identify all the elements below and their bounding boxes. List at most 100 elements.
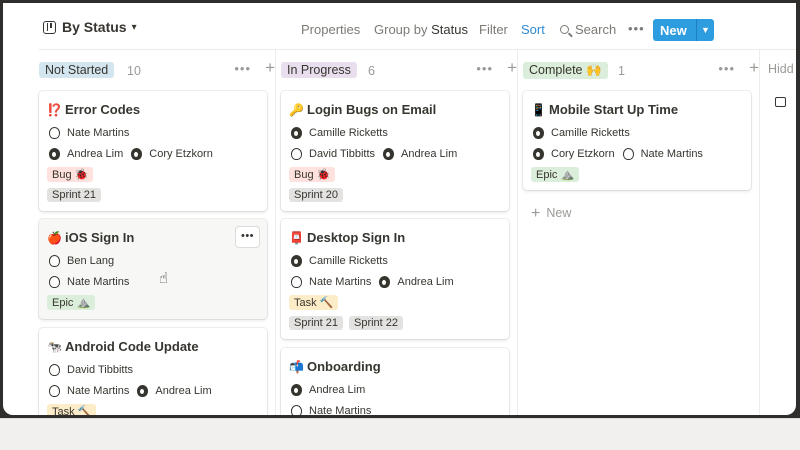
card-login-bugs-on-email[interactable]: 🔑 Login Bugs on Email Camille Ricketts Da… <box>281 91 509 211</box>
card-onboarding[interactable]: 📬 Onboarding Andrea Lim Nate Martins <box>281 348 509 415</box>
person-name: Nate Martins <box>640 148 703 160</box>
column-title[interactable]: In Progress <box>281 62 357 78</box>
person-name: Nate Martins <box>309 405 372 415</box>
card-emoji-icon: ⁉️ <box>47 102 62 117</box>
card-title: 🔑 Login Bugs on Email <box>289 102 436 117</box>
person: Camille Ricketts <box>291 127 388 139</box>
search-label: Search <box>575 22 617 37</box>
person-row: Cory Etzkorn Nate Martins <box>533 148 711 160</box>
person: Cory Etzkorn <box>533 148 615 160</box>
avatar <box>291 405 302 415</box>
more-options-icon[interactable]: ••• <box>628 21 645 36</box>
board-view-icon <box>43 20 56 34</box>
column-add-icon[interactable]: + <box>507 58 517 78</box>
person-name: Ben Lang <box>67 255 115 267</box>
view-switcher[interactable]: By Status ▾ <box>43 19 137 35</box>
filter-button[interactable]: Filter <box>479 22 508 37</box>
new-button[interactable]: New ▼ <box>653 19 714 41</box>
search-button[interactable]: Search <box>560 22 616 37</box>
card-ios-sign-in[interactable]: 🍎 iOS Sign In ••• Ben Lang Nate Martins E… <box>39 219 267 319</box>
person: Nate Martins <box>622 148 703 160</box>
card-more-icon[interactable]: ••• <box>236 227 259 247</box>
person-name: Cory Etzkorn <box>149 148 213 160</box>
person-row: Camille Ricketts <box>291 127 396 139</box>
board-column-not-started: Not Started 10 ••• + ⁉️ Error Codes Nate … <box>39 50 281 415</box>
column-more-icon[interactable]: ••• <box>476 61 493 76</box>
hidden-groups-label[interactable]: Hidd <box>768 62 794 76</box>
person-row: Nate Martins Andrea Lim <box>291 276 462 288</box>
person-row: Andrea Lim Cory Etzkorn <box>49 148 221 160</box>
card-android-code-update[interactable]: 🐄 Android Code Update David Tibbitts Nate… <box>39 328 267 415</box>
person: Camille Ricketts <box>533 127 630 139</box>
person: Nate Martins <box>49 385 129 397</box>
plus-icon: + <box>531 205 541 222</box>
card-mobile-start-up-time[interactable]: 📱 Mobile Start Up Time Camille Ricketts C… <box>523 91 751 190</box>
avatar <box>49 127 60 139</box>
card-title-text: Desktop Sign In <box>307 230 406 245</box>
card-desktop-sign-in[interactable]: 📮 Desktop Sign In Camille Ricketts Nate M… <box>281 219 509 339</box>
avatar <box>291 255 302 267</box>
sort-button[interactable]: Sort <box>521 22 545 37</box>
card-emoji-icon: 🐄 <box>47 339 62 354</box>
person-row: Nate Martins <box>291 405 379 415</box>
avatar <box>49 276 60 288</box>
card-emoji-icon: 🍎 <box>47 230 62 245</box>
person-row: Camille Ricketts <box>533 127 638 139</box>
person-row: Camille Ricketts <box>291 255 396 267</box>
person-row: David Tibbitts Andrea Lim <box>291 148 465 160</box>
person-name: David Tibbitts <box>67 364 134 376</box>
column-add-icon[interactable]: + <box>749 58 759 78</box>
avatar <box>137 385 149 397</box>
tag-epic: Epic ⛰️ <box>47 295 96 310</box>
column-more-icon[interactable]: ••• <box>718 61 735 76</box>
card-title-text: Login Bugs on Email <box>307 102 437 117</box>
properties-button[interactable]: Properties <box>301 22 360 37</box>
person: Andrea Lim <box>49 148 123 160</box>
column-title[interactable]: Complete 🙌 <box>523 62 608 79</box>
card-title: 🍎 iOS Sign In <box>47 230 134 245</box>
tag-bug: Bug 🐞 <box>47 167 94 182</box>
group-by-button[interactable]: Group by Status <box>374 22 468 37</box>
avatar <box>379 276 391 288</box>
column-more-icon[interactable]: ••• <box>234 61 251 76</box>
card-title: 📱 Mobile Start Up Time <box>531 102 678 117</box>
card-error-codes[interactable]: ⁉️ Error Codes Nate Martins Andrea Lim Co… <box>39 91 267 211</box>
tag-sprint: Sprint 20 <box>289 188 344 202</box>
hand-cursor-icon: ☝ <box>159 270 169 287</box>
column-add-icon[interactable]: + <box>265 58 275 78</box>
person-name: Cory Etzkorn <box>551 148 615 160</box>
column-header: Not Started 10 ••• + <box>39 58 281 80</box>
app-window: By Status ▾ Properties Group by Status F… <box>3 3 796 415</box>
card-title: 🐄 Android Code Update <box>47 339 199 354</box>
person-row: Nate Martins Andrea Lim <box>49 385 220 397</box>
avatar <box>533 148 544 160</box>
avatar <box>533 127 544 139</box>
person: Camille Ricketts <box>291 255 388 267</box>
tag-bug: Bug 🐞 <box>289 167 336 182</box>
board-column-in-progress: In Progress 6 ••• + 🔑 Login Bugs on Email… <box>281 50 523 415</box>
card-title-text: Onboarding <box>307 359 381 374</box>
avatar <box>622 148 634 160</box>
person-name: Nate Martins <box>309 276 372 288</box>
column-title[interactable]: Not Started <box>39 62 115 78</box>
new-dropdown-chevron-icon[interactable]: ▼ <box>697 25 714 35</box>
person: Nate Martins <box>291 405 371 415</box>
person-row: Ben Lang <box>49 255 122 267</box>
hidden-group-icon <box>775 97 786 107</box>
person-name: Andrea Lim <box>155 385 212 397</box>
tag-sprint: Sprint 22 <box>349 316 404 330</box>
avatar <box>49 148 60 160</box>
toolbar: By Status ▾ Properties Group by Status F… <box>3 3 796 50</box>
person: Andrea Lim <box>383 148 457 160</box>
person-row: Nate Martins <box>49 127 137 139</box>
card-emoji-icon: 📬 <box>289 359 304 374</box>
chevron-down-icon: ▾ <box>131 21 137 33</box>
column-count: 10 <box>127 64 141 78</box>
avatar <box>291 127 302 139</box>
add-new-card-button[interactable]: + New <box>531 204 571 222</box>
column-count: 6 <box>368 64 375 78</box>
person-name: Nate Martins <box>67 127 130 139</box>
window-bottom-bar <box>0 418 800 450</box>
person: David Tibbitts <box>49 364 133 376</box>
card-title: ⁉️ Error Codes <box>47 102 140 117</box>
